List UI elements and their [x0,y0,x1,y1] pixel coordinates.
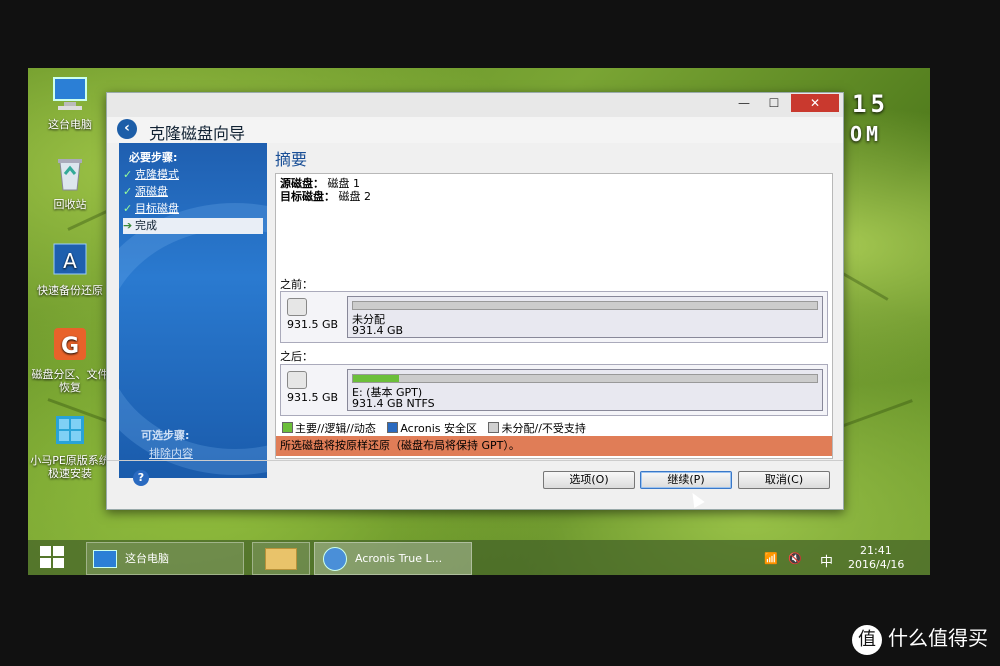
taskbar-item-label: 这台电脑 [125,552,169,565]
source-disk-label: 源磁盘： [280,177,324,190]
after-disk-size: 931.5 GB [287,391,339,404]
target-disk-value: 磁盘 2 [338,190,372,203]
sidebar-step-source-disk[interactable]: ✓ 源磁盘 [123,184,263,200]
taskbar-time[interactable]: 21:41 [860,544,892,557]
windows-logo-icon [40,546,64,568]
source-disk-value: 磁盘 1 [327,177,361,190]
hard-disk-icon [287,371,307,389]
clone-disk-wizard-window: — ☐ ✕ ‹ 克隆磁盘向导 必要步骤: ✓ 克隆模式 ✓ 源磁盘 ✓ 目标磁盘 ➔ 完… [106,92,844,510]
warning-text: 所选磁盘将按原样还原（磁盘布局将保持 GPT）。 [280,439,520,452]
window-header: ‹ 克隆磁盘向导 [107,117,843,143]
target-disk-label: 目标磁盘： [280,190,335,203]
footer-divider [107,460,843,461]
after-label: 之后： [280,350,313,363]
before-disk-row: 931.5 GB 未分配 931.4 GB [280,291,828,343]
sidebar-step-label: 完成 [135,219,157,232]
desktop-icon-label: 小马PE原版系统极速安装 [30,454,110,480]
watermark: 值什么值得买 [852,622,988,655]
check-icon: ✓ [123,168,133,181]
desktop-icon-recycle-bin[interactable]: 回收站 [28,154,112,211]
before-label: 之前： [280,278,313,291]
sidebar-step-target-disk[interactable]: ✓ 目标磁盘 [123,201,263,217]
taskbar-date[interactable]: 2016/4/16 [848,558,904,571]
warning-banner: 所选磁盘将按原样还原（磁盘布局将保持 GPT）。 [276,436,832,456]
before-disk-size: 931.5 GB [287,318,339,331]
legend-label: 主要//逻辑//动态 [295,422,376,435]
cancel-button[interactable]: 取消(C) [738,471,830,489]
legend-swatch-unallocated [488,422,500,433]
legend-swatch-secure-zone [387,422,399,433]
recycle-bin-icon [50,154,90,194]
summary-panel: 源磁盘： 磁盘 1 目标磁盘： 磁盘 2 之前： 931.5 GB 未分配 93… [275,173,833,459]
clock-widget-hours: 15 [852,90,889,118]
desktop-icon-backup[interactable]: A 快速备份还原 [28,240,112,297]
required-steps-heading: 必要步骤: [129,151,178,164]
check-icon: ✓ [123,202,133,215]
desktop-icon-label: 磁盘分区、文件恢复 [31,368,109,394]
window-title: 克隆磁盘向导 [149,124,246,143]
desktop-icon-label: 回收站 [53,198,87,211]
after-partition-size: 931.4 GB NTFS [352,397,435,410]
desktop-icon-label: 这台电脑 [48,118,92,131]
continue-button[interactable]: 继续(P) [640,471,732,489]
sidebar-step-clone-mode[interactable]: ✓ 克隆模式 [123,167,263,183]
start-button[interactable] [40,546,64,568]
computer-icon [50,74,90,114]
svg-text:A: A [63,249,77,273]
maximize-button[interactable]: ☐ [761,94,787,112]
computer-icon [93,550,117,568]
sidebar-step-label: 克隆模式 [135,168,179,181]
watermark-text: 什么值得买 [888,626,988,650]
close-button[interactable]: ✕ [791,94,839,112]
taskbar-item-label: Acronis True L... [355,552,443,565]
folder-icon [265,548,297,570]
ime-indicator[interactable]: 中 [820,551,833,570]
sidebar-step-finish[interactable]: ➔ 完成 [123,218,263,234]
after-usage-fill [353,375,400,382]
legend-label: 未分配//不受支持 [501,422,586,435]
disk-info: 源磁盘： 磁盘 1 目标磁盘： 磁盘 2 [280,177,371,203]
desktop-icon-computer[interactable]: 这台电脑 [28,74,112,131]
legend-label: Acronis 安全区 [400,422,477,435]
network-icon[interactable]: 📶 [764,552,778,565]
hard-disk-icon [287,298,307,316]
help-icon[interactable]: ? [133,470,149,486]
desktop-icon-installer[interactable]: 小马PE原版系统极速安装 [28,410,112,480]
after-partition[interactable]: E: (基本 GPT) 931.4 GB NTFS [347,369,823,411]
smzdm-logo-icon: 值 [852,624,882,655]
summary-title: 摘要 [275,150,308,169]
after-disk-row: 931.5 GB E: (基本 GPT) 931.4 GB NTFS [280,364,828,416]
exclude-items-link[interactable]: 排除内容 [149,445,193,461]
check-icon: ✓ [123,185,133,198]
options-button[interactable]: 选项(O) [543,471,635,489]
minimize-button[interactable]: — [731,94,757,112]
partition-legend: 主要//逻辑//动态 Acronis 安全区 未分配//不受支持 [280,420,586,436]
sidebar-step-label: 目标磁盘 [135,202,179,215]
window-titlebar[interactable]: — ☐ ✕ [107,93,843,117]
clock-widget-suffix: OM [850,122,883,146]
arrow-right-icon: ➔ [123,219,133,232]
before-usage-bar [352,301,818,310]
speaker-muted-icon[interactable]: 🔇 [788,552,802,565]
monitor-frame: 这台电脑 回收站 A 快速备份还原 G 磁盘分区、文件恢复 小马PE原版系统极速… [0,0,1000,666]
desktop-icon-label: 快速备份还原 [37,284,103,297]
sidebar-step-label: 源磁盘 [135,185,168,198]
before-partition[interactable]: 未分配 931.4 GB [347,296,823,338]
optional-steps-heading: 可选步骤: [141,429,190,442]
taskbar-item-computer[interactable]: 这台电脑 [86,542,244,575]
before-partition-size: 931.4 GB [352,324,404,337]
back-arrow-icon[interactable]: ‹ [117,119,137,139]
wizard-sidebar: 必要步骤: ✓ 克隆模式 ✓ 源磁盘 ✓ 目标磁盘 ➔ 完成 可选步骤: 排除内容 [119,143,267,478]
installer-app-icon [50,410,90,450]
desktop-icon-partition[interactable]: G 磁盘分区、文件恢复 [28,324,112,394]
taskbar-item-acronis[interactable]: Acronis True L... [314,542,472,575]
svg-text:G: G [61,334,79,359]
taskbar-item-explorer[interactable] [252,542,310,575]
after-usage-bar [352,374,818,383]
backup-app-icon: A [50,240,90,280]
partition-app-icon: G [50,324,90,364]
legend-swatch-primary [282,422,293,433]
taskbar: 这台电脑 Acronis True L... 📶 🔇 中 21:41 2016/… [28,540,930,575]
acronis-icon [323,547,347,571]
